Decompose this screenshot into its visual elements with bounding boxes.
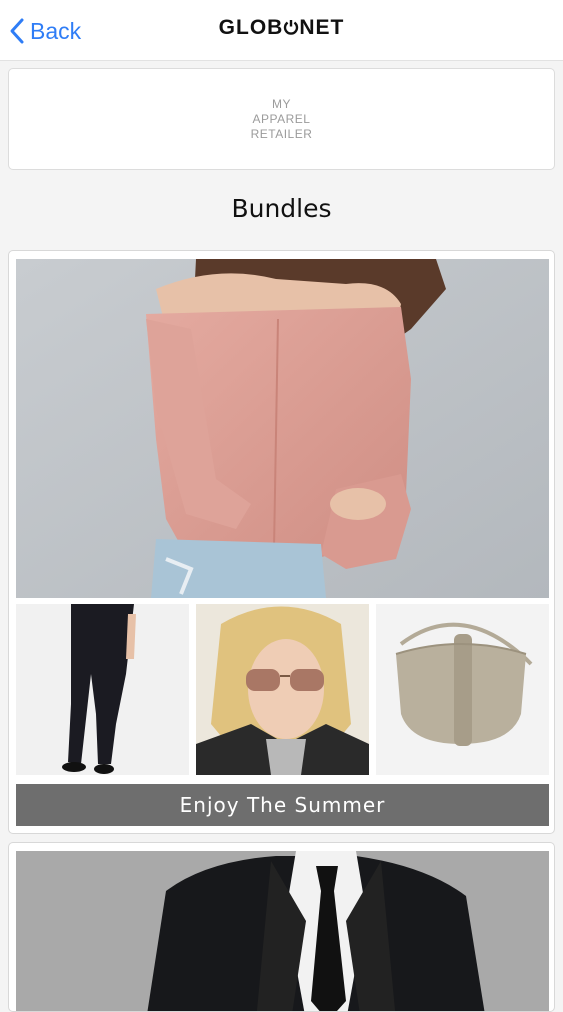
retailer-logo-card[interactable]: MY APPAREL RETAILER	[8, 68, 555, 170]
bundle-item-image[interactable]	[16, 604, 189, 775]
section-title: Bundles	[231, 194, 332, 223]
bundle-item-image[interactable]	[376, 604, 549, 775]
power-icon	[284, 20, 299, 35]
bundle-hero-image	[16, 851, 549, 1011]
brand-logo: GLOB NET	[0, 16, 563, 40]
bundle-caption-bar[interactable]: Enjoy The Summer	[16, 784, 549, 826]
bundle-card[interactable]	[8, 842, 555, 1012]
brand-text-left: GLOB	[218, 16, 284, 39]
bundle-caption: Enjoy The Summer	[179, 793, 386, 817]
retailer-logo-line: MY	[272, 97, 291, 111]
bundle-item-image[interactable]	[196, 604, 369, 775]
brand-text-right: NET	[299, 16, 345, 39]
bundle-card[interactable]: Enjoy The Summer	[8, 250, 555, 834]
retailer-logo: MY APPAREL RETAILER	[9, 97, 554, 142]
navigation-bar: Back GLOB NET	[0, 0, 563, 61]
retailer-logo-line: RETAILER	[250, 127, 313, 141]
retailer-logo-line: APPAREL	[252, 112, 311, 126]
bundle-hero-image	[16, 259, 549, 598]
